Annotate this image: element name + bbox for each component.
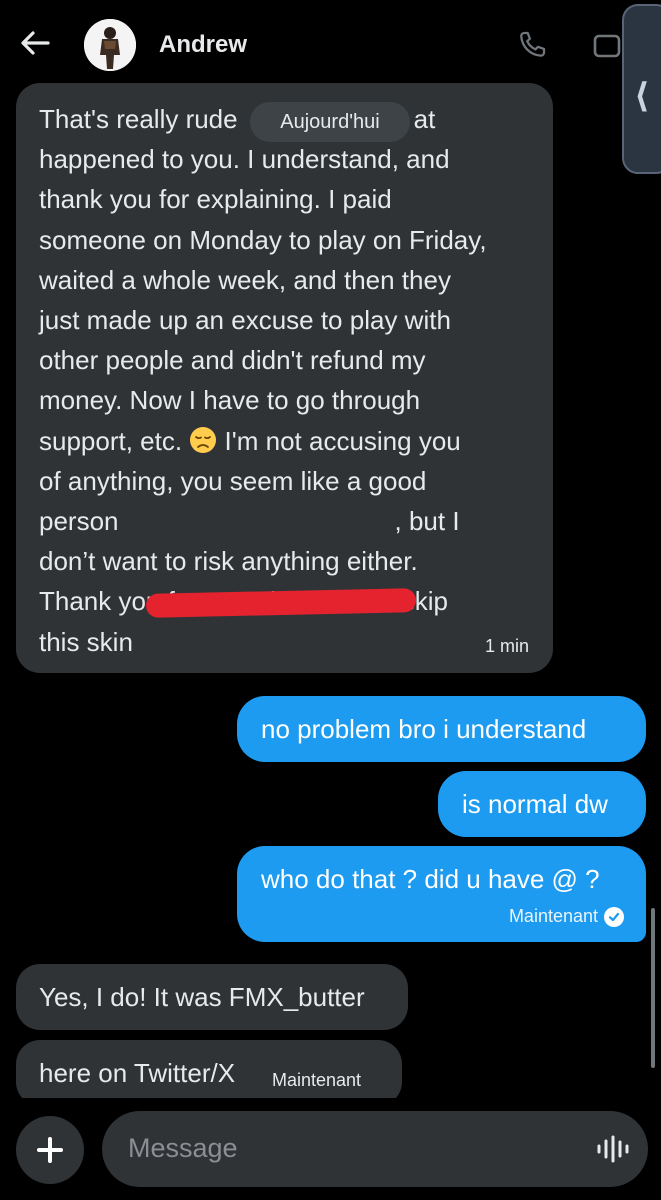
message-timestamp: 1 min	[484, 636, 529, 656]
outgoing-message[interactable]: who do that ? did u have @ ? Maintenant	[237, 846, 646, 942]
avatar[interactable]	[84, 19, 136, 71]
message-text: no problem bro i understand	[261, 714, 587, 744]
arrow-left-icon	[21, 31, 50, 55]
waveform-icon[interactable]	[596, 1134, 630, 1164]
disappointed-face-emoji	[190, 426, 217, 453]
outgoing-message[interactable]: is normal dw	[438, 771, 646, 837]
avatar-image	[84, 19, 136, 71]
message-timestamp: Maintenant	[272, 1070, 362, 1090]
video-call-button[interactable]	[592, 28, 622, 62]
message-text: is normal dw	[462, 789, 608, 819]
message-input[interactable]: Message	[102, 1111, 648, 1187]
message-text: That's really rude​at happened to you. I…	[39, 104, 487, 657]
incoming-message-long[interactable]: That's really rude​at happened to you. I…	[16, 83, 553, 673]
message-text: who do that ? did u have @ ?	[261, 864, 600, 894]
conversation-header: Andrew	[0, 0, 661, 88]
status-text: Maintenant	[508, 906, 598, 926]
video-icon	[593, 34, 621, 58]
back-button[interactable]	[18, 26, 52, 60]
scrollbar[interactable]	[651, 908, 655, 1068]
outgoing-message[interactable]: no problem bro i understand	[237, 696, 646, 762]
chevron-left-icon: ⟨	[634, 77, 650, 115]
message-placeholder: Message	[128, 1133, 238, 1163]
date-separator: Aujourd'hui	[250, 102, 410, 142]
edge-panel-handle[interactable]: ⟨	[622, 4, 661, 174]
check-circle-icon	[604, 906, 624, 927]
contact-name[interactable]: Andrew	[159, 31, 247, 59]
message-status: Maintenant	[509, 906, 624, 927]
incoming-message[interactable]: here on Twitter/X Maintenant	[16, 1040, 402, 1106]
phone-icon	[520, 31, 546, 57]
message-text: Yes, I do! It was FMX_butter	[39, 982, 365, 1012]
incoming-message[interactable]: Yes, I do! It was FMX_butter	[16, 964, 408, 1030]
add-attachment-button[interactable]	[16, 1116, 84, 1184]
call-button[interactable]	[515, 28, 549, 62]
message-text: here on Twitter/X	[39, 1058, 236, 1088]
